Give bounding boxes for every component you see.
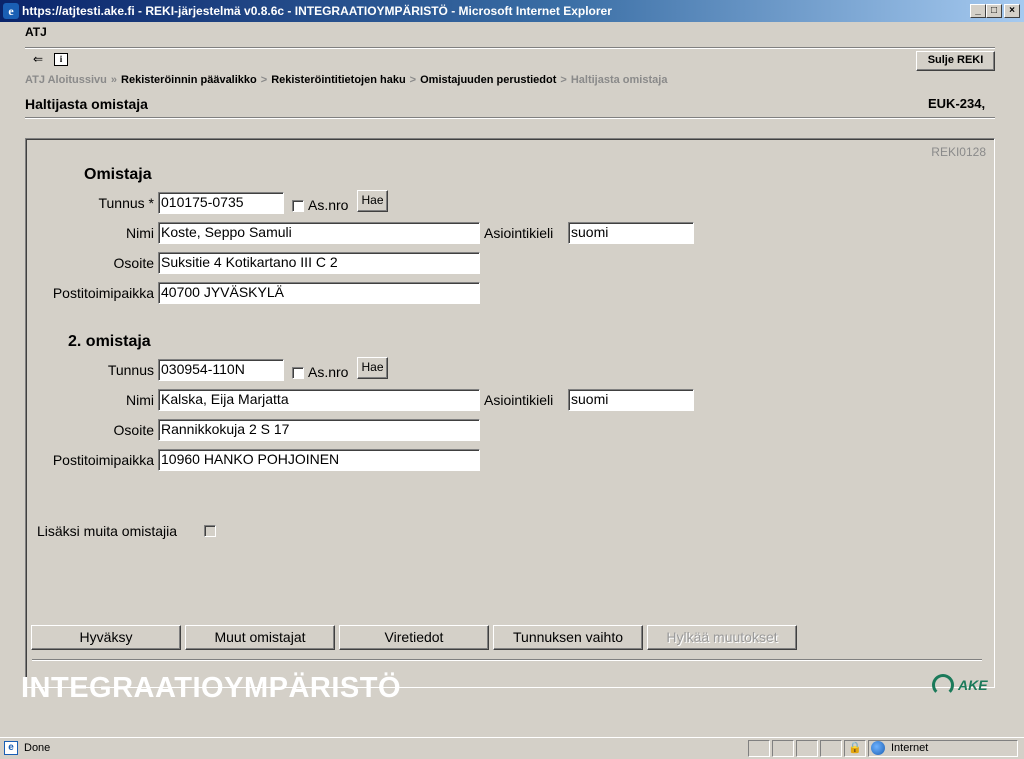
status-cell	[748, 740, 770, 757]
app-name: ATJ	[25, 25, 47, 39]
owner2-address-label: Osoite	[113, 422, 154, 438]
discard-changes-button[interactable]: Hylkää muutokset	[647, 625, 797, 650]
owner1-address-label: Osoite	[113, 255, 154, 271]
registration-number: EUK-234,	[928, 96, 986, 111]
owner1-search-button[interactable]: Hae	[357, 190, 388, 212]
change-id-button[interactable]: Tunnuksen vaihto	[493, 625, 643, 650]
owner2-name-input[interactable]: Kalska, Eija Marjatta	[158, 389, 480, 411]
breadcrumb-separator: >	[560, 74, 567, 86]
owner2-language-input[interactable]: suomi	[568, 389, 694, 411]
ake-logo-text: AKE	[958, 677, 988, 693]
status-text: Done	[24, 742, 51, 754]
window-title-bar: e https://atjtesti.ake.fi - REKI-järjest…	[0, 0, 1024, 22]
breadcrumb-separator: »	[110, 74, 118, 86]
owner1-address-input[interactable]: Suksitie 4 Kotikartano III C 2	[158, 252, 480, 274]
environment-label: INTEGRAATIOYMPÄRISTÖ	[21, 672, 402, 704]
form-code: REKI0128	[931, 145, 986, 159]
breadcrumb-separator: >	[409, 74, 417, 86]
close-window-button[interactable]: ×	[1004, 4, 1020, 18]
owner2-id-label: Tunnus	[107, 362, 154, 378]
owner1-heading: Omistaja	[84, 166, 152, 183]
breadcrumb-item-ownership[interactable]: Omistajuuden perustiedot	[420, 74, 556, 86]
breadcrumb-item-current: Haltijasta omistaja	[570, 74, 668, 86]
maximize-button[interactable]: □	[986, 4, 1002, 18]
owner1-language-input[interactable]: suomi	[568, 222, 694, 244]
header-divider	[25, 47, 995, 49]
owner1-asnro-checkbox[interactable]	[292, 200, 304, 212]
internet-explorer-icon: e	[3, 3, 19, 19]
owner2-address-input[interactable]: Rannikkokuja 2 S 17	[158, 419, 480, 441]
breadcrumb-item-home[interactable]: ATJ Aloitussivu	[25, 74, 107, 86]
owner2-search-button[interactable]: Hae	[357, 357, 388, 379]
minimize-button[interactable]: _	[970, 4, 986, 18]
footer-divider	[32, 659, 982, 661]
status-cell	[772, 740, 794, 757]
status-cell	[820, 740, 842, 757]
owner2-name-label: Nimi	[126, 392, 154, 408]
form-panel: REKI0128 Omistaja Tunnus * 010175-0735 A…	[25, 138, 995, 688]
owner1-asnro-label: As.nro	[308, 197, 349, 213]
close-reki-button[interactable]: Sulje REKI	[916, 51, 995, 71]
owner2-asnro-checkbox[interactable]	[292, 367, 304, 379]
lock-icon[interactable]: 🔒	[848, 741, 862, 755]
page-done-icon: e	[4, 741, 18, 755]
internet-zone-icon	[871, 741, 885, 755]
owner2-postal-input[interactable]: 10960 HANKO POHJOINEN	[158, 449, 480, 471]
extra-owners-checkbox[interactable]	[204, 525, 216, 537]
status-bar: e Done 🔒 Internet	[0, 737, 1024, 759]
ake-logo-mark-icon	[932, 674, 954, 696]
owner2-language-label: Asiointikieli	[484, 392, 554, 408]
owner1-name-label: Nimi	[126, 225, 154, 241]
browser-content: ATJ ⇐ i Sulje REKI ATJ Aloitussivu» Rekis…	[4, 22, 1020, 735]
vehicle-data-button[interactable]: Viretiedot	[339, 625, 489, 650]
owner2-asnro-label: As.nro	[308, 364, 349, 380]
owner2-id-input[interactable]: 030954-110N	[158, 359, 284, 381]
ake-logo: AKE	[932, 674, 992, 696]
accept-button[interactable]: Hyväksy	[31, 625, 181, 650]
breadcrumb: ATJ Aloitussivu» Rekisteröinnin päävalikk…	[25, 74, 667, 86]
breadcrumb-item-main-menu[interactable]: Rekisteröinnin päävalikko	[121, 74, 257, 86]
extra-owners-label: Lisäksi muita omistajia	[37, 523, 178, 539]
reki-app: ATJ ⇐ i Sulje REKI ATJ Aloitussivu» Rekis…	[4, 22, 1020, 735]
breadcrumb-separator: >	[260, 74, 268, 86]
status-cell	[796, 740, 818, 757]
owner1-name-input[interactable]: Koste, Seppo Samuli	[158, 222, 480, 244]
window-title: https://atjtesti.ake.fi - REKI-järjestel…	[22, 4, 612, 18]
zone-text: Internet	[891, 742, 929, 754]
info-icon[interactable]: i	[54, 53, 68, 66]
owner1-postal-input[interactable]: 40700 JYVÄSKYLÄ	[158, 282, 480, 304]
page-title: Haltijasta omistaja	[25, 96, 148, 112]
title-divider	[25, 117, 995, 119]
owner1-id-input[interactable]: 010175-0735	[158, 192, 284, 214]
owner2-postal-label: Postitoimipaikka	[52, 452, 154, 468]
other-owners-button[interactable]: Muut omistajat	[185, 625, 335, 650]
breadcrumb-item-search[interactable]: Rekisteröintitietojen haku	[271, 74, 405, 86]
owner1-language-label: Asiointikieli	[484, 225, 554, 241]
owner1-id-label: Tunnus *	[98, 195, 154, 211]
owner2-heading: 2. omistaja	[68, 333, 151, 350]
back-icon[interactable]: ⇐	[31, 53, 45, 66]
owner1-postal-label: Postitoimipaikka	[52, 285, 154, 301]
